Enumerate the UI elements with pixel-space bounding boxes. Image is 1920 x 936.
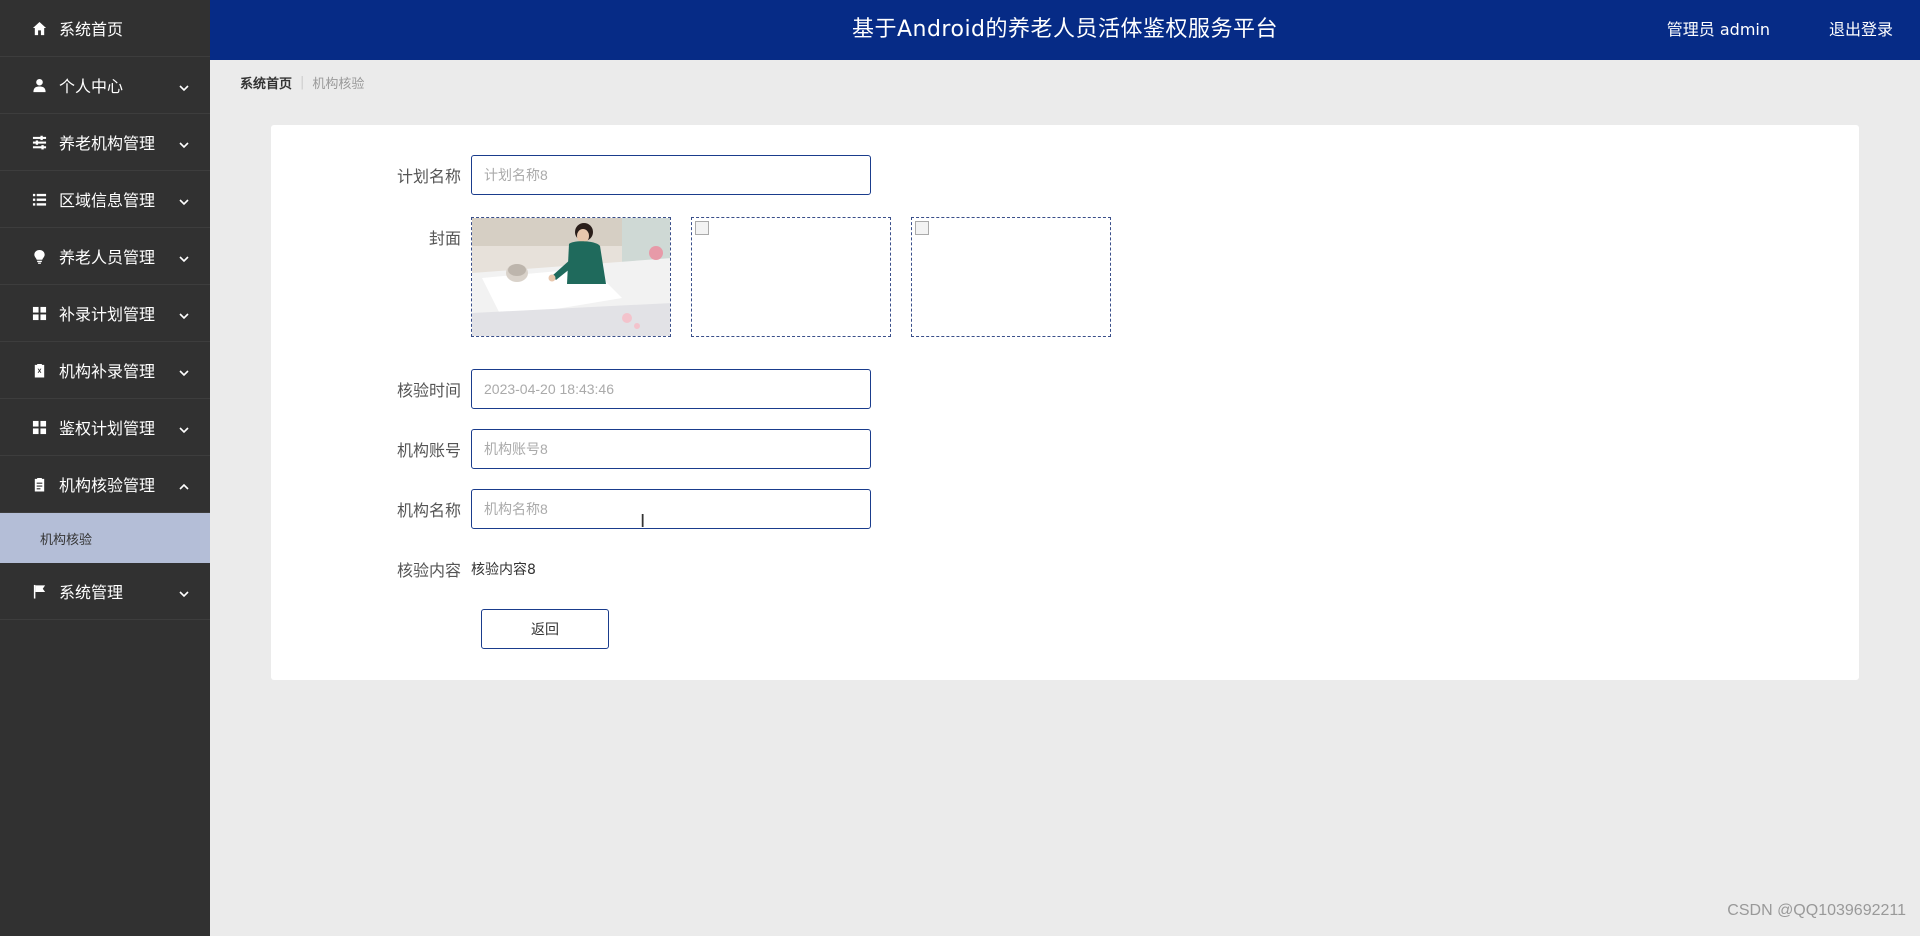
grid-icon <box>31 305 47 321</box>
sidebar-item-elderly-management[interactable]: 养老人员管理 <box>0 228 210 285</box>
org-name-row: 机构名称 <box>271 489 871 529</box>
home-icon <box>31 20 47 36</box>
sidebar-item-region-management[interactable]: 区域信息管理 <box>0 171 210 228</box>
grid-icon <box>31 419 47 435</box>
chevron-down-icon <box>178 136 190 149</box>
broken-image-icon <box>915 221 929 235</box>
check-content-value: 核验内容8 <box>471 562 536 578</box>
app-title: 基于Android的养老人员活体鉴权服务平台 <box>851 17 1279 42</box>
list-icon <box>31 191 47 207</box>
plan-name-row: 计划名称 <box>271 155 871 195</box>
flag-icon <box>31 583 47 599</box>
sidebar-item-label: 养老人员管理 <box>59 248 156 267</box>
cover-photo <box>472 218 670 336</box>
detail-form-card: 计划名称 封面 <box>271 125 1859 680</box>
sidebar-item-home[interactable]: 系统首页 <box>0 0 210 57</box>
org-name-input[interactable] <box>471 489 871 529</box>
chevron-down-icon <box>178 421 190 434</box>
sidebar-item-supplement-plan[interactable]: 补录计划管理 <box>0 285 210 342</box>
sidebar: 系统首页 个人中心 养老机构管理 区域信息管理 养老人员管理 补录计划管理 机构… <box>0 0 210 936</box>
org-account-row: 机构账号 <box>271 429 871 469</box>
sidebar-item-auth-plan[interactable]: 鉴权计划管理 <box>0 399 210 456</box>
check-content-row: 核验内容 核验内容8 <box>271 549 536 589</box>
sidebar-item-label: 机构补录管理 <box>59 362 156 381</box>
sidebar-item-label: 区域信息管理 <box>59 191 156 210</box>
cover-row: 封面 <box>271 217 1131 337</box>
text-cursor-icon: I <box>640 511 646 532</box>
back-button[interactable]: 返回 <box>481 609 609 649</box>
plan-name-input[interactable] <box>471 155 871 195</box>
org-account-label: 机构账号 <box>396 441 461 460</box>
cover-image-3[interactable] <box>911 217 1111 337</box>
breadcrumb: 系统首页 | 机构核验 <box>240 73 364 92</box>
cover-image-2[interactable] <box>691 217 891 337</box>
lightbulb-icon <box>31 248 47 264</box>
check-time-input[interactable] <box>471 369 871 409</box>
chevron-down-icon <box>178 250 190 263</box>
sidebar-item-org-management[interactable]: 养老机构管理 <box>0 114 210 171</box>
top-header: 基于Android的养老人员活体鉴权服务平台 管理员 admin 退出登录 <box>210 0 1920 60</box>
breadcrumb-home[interactable]: 系统首页 <box>240 73 292 92</box>
sidebar-item-personal-center[interactable]: 个人中心 <box>0 57 210 114</box>
user-icon <box>31 77 47 93</box>
broken-image-icon <box>695 221 709 235</box>
sliders-icon <box>31 134 47 150</box>
sidebar-item-label: 系统首页 <box>59 20 124 39</box>
breadcrumb-separator: | <box>300 75 305 90</box>
clipboard-x-icon <box>31 362 47 378</box>
org-account-input[interactable] <box>471 429 871 469</box>
chevron-down-icon <box>178 79 190 92</box>
sidebar-item-system-management[interactable]: 系统管理 <box>0 563 210 620</box>
check-time-label: 核验时间 <box>396 381 461 400</box>
chevron-down-icon <box>178 585 190 598</box>
check-content-label: 核验内容 <box>396 561 461 580</box>
sidebar-item-org-check-management[interactable]: 机构核验管理 <box>0 456 210 513</box>
clipboard-icon <box>31 476 47 492</box>
sidebar-item-label: 补录计划管理 <box>59 305 156 324</box>
check-time-row: 核验时间 <box>271 369 871 409</box>
sidebar-item-label: 个人中心 <box>59 77 124 96</box>
watermark: CSDN @QQ1039692211 <box>1727 902 1906 919</box>
cover-image-1[interactable] <box>471 217 671 337</box>
cover-label: 封面 <box>428 229 461 248</box>
sidebar-item-org-supplement[interactable]: 机构补录管理 <box>0 342 210 399</box>
chevron-down-icon <box>178 307 190 320</box>
org-name-label: 机构名称 <box>396 501 461 520</box>
logout-link[interactable]: 退出登录 <box>1829 0 1893 60</box>
sidebar-item-label: 系统管理 <box>59 583 124 602</box>
plan-name-label: 计划名称 <box>396 167 461 186</box>
chevron-down-icon <box>178 193 190 206</box>
chevron-up-icon <box>178 478 190 490</box>
sidebar-item-label: 机构核验管理 <box>59 476 156 495</box>
sidebar-subitem-org-check[interactable]: 机构核验 <box>0 513 210 563</box>
sidebar-item-label: 鉴权计划管理 <box>59 419 156 438</box>
actions-row: 返回 <box>481 609 609 649</box>
chevron-down-icon <box>178 364 190 377</box>
user-label: 管理员 admin <box>1666 20 1770 39</box>
breadcrumb-current: 机构核验 <box>312 77 365 92</box>
sidebar-item-label: 养老机构管理 <box>59 134 156 153</box>
